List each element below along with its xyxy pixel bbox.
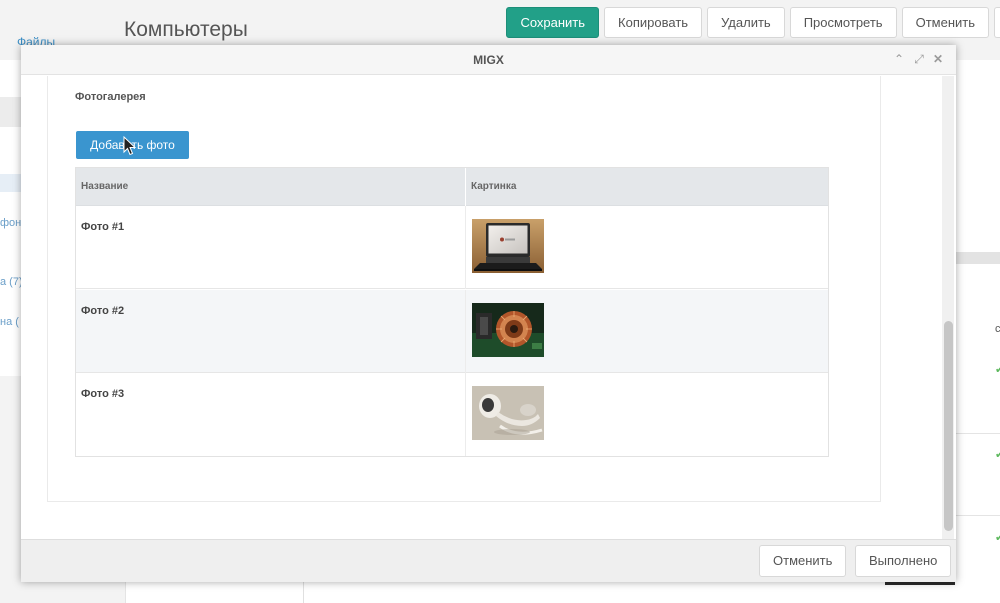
maximize-icon[interactable]: ⤢ [912,51,926,67]
toolbar: Сохранить Копировать Удалить Просмотреть… [506,7,1000,38]
photo-grid: Название Картинка Фото #1 Фото #2 Фото #… [75,167,829,457]
more-button[interactable] [994,7,1000,38]
modal-header[interactable]: MIGX ⌃ ⤢ ✕ [21,45,956,75]
sidebar-tree-item[interactable]: а (7) [0,276,23,288]
column-header-image[interactable]: Картинка [471,181,516,192]
background-grid-header [955,252,1000,264]
sidebar-tree-item[interactable]: фон [0,217,21,229]
form-panel: Фотогалерея Добавить фото Название Карти… [47,76,881,502]
divider [303,580,304,603]
cell-separator [465,290,466,373]
inductor-coil-photo[interactable] [472,303,544,357]
scrollbar-thumb[interactable] [944,321,953,531]
photo-name: Фото #3 [81,388,125,400]
check-icon: ✔ [995,364,1000,376]
cancel-button[interactable]: Отменить [759,545,847,577]
copy-button[interactable]: Копировать [604,7,703,38]
table-row[interactable]: Фото #3 [76,373,828,456]
modal-title: MIGX [473,53,504,67]
view-button[interactable]: Просмотреть [789,7,897,38]
field-label: Фотогалерея [75,91,146,103]
mouse-cursor-icon [123,136,137,156]
save-button[interactable]: Сохранить [506,7,600,38]
background-grid-column: с [995,323,1000,335]
check-icon: ✔ [995,449,1000,461]
photo-name: Фото #1 [81,221,125,233]
cell-separator [465,373,466,456]
delete-button[interactable]: Удалить [707,7,785,38]
photo-name: Фото #2 [81,305,125,317]
table-row[interactable]: Фото #1 [76,206,828,289]
laptop-photo[interactable] [472,219,544,273]
cancel-button[interactable]: Отменить [901,7,989,38]
migx-modal: MIGX ⌃ ⤢ ✕ Фотогалерея Добавить фото Наз… [21,45,956,582]
page-title: Компьютеры [124,18,248,41]
check-icon: ✔ [995,532,1000,544]
collapse-icon[interactable]: ⌃ [892,51,906,67]
cell-separator [465,206,466,289]
column-separator [465,168,466,206]
modal-footer: Отменить Выполнено [21,539,956,582]
grid-header: Название Картинка [76,168,828,206]
column-header-name[interactable]: Название [81,181,128,192]
done-button[interactable]: Выполнено [855,545,952,577]
close-icon[interactable]: ✕ [931,51,945,67]
sidebar-tree-item[interactable]: на ( [0,316,19,328]
modal-body: Фотогалерея Добавить фото Название Карти… [21,76,956,539]
table-row[interactable]: Фото #2 [76,290,828,373]
background-grid-row-line [955,433,1000,434]
background-grid-row-line [955,515,1000,516]
earbuds-photo[interactable] [472,386,544,440]
